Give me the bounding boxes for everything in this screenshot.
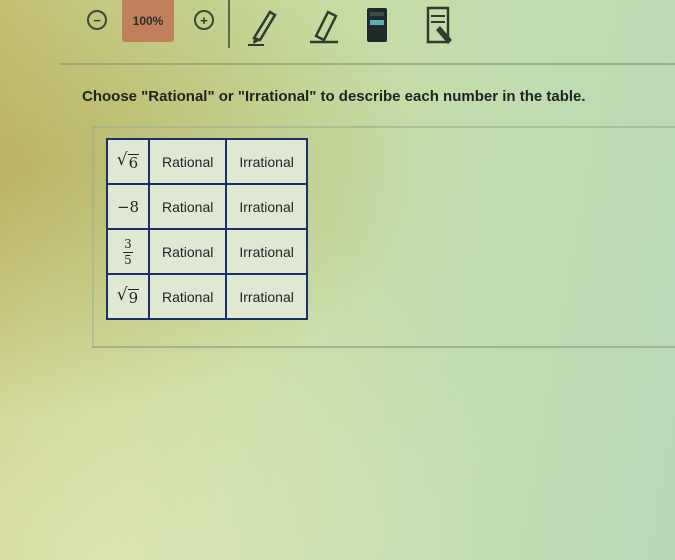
table-row: √ 6 Rational Irrational [106, 138, 308, 185]
option-rational[interactable]: Rational [147, 138, 228, 185]
answer-eliminator-icon[interactable] [424, 4, 456, 48]
option-rational[interactable]: Rational [147, 228, 228, 275]
sqrt-expression: √ 9 [116, 284, 140, 307]
plus-icon: + [200, 12, 208, 28]
number-cell: −8 [106, 183, 150, 230]
option-irrational[interactable]: Irrational [225, 183, 308, 230]
option-irrational[interactable]: Irrational [225, 138, 308, 185]
fraction-expression: 3 5 [123, 238, 133, 267]
denominator: 5 [124, 253, 132, 268]
eraser-icon[interactable] [306, 4, 342, 46]
number-cell: 3 5 [106, 228, 150, 275]
number-cell: √ 9 [106, 273, 150, 320]
number-cell: √ 6 [106, 138, 150, 185]
answer-table: √ 6 Rational Irrational −8 Rational Irrat… [106, 138, 308, 320]
toolbar: − 100% + [0, 0, 675, 64]
table-row: 3 5 Rational Irrational [106, 228, 308, 275]
highlighter-icon[interactable] [364, 4, 390, 46]
panel-border-top [92, 126, 675, 128]
zoom-level-display: 100% [122, 0, 174, 42]
table-row: −8 Rational Irrational [106, 183, 308, 230]
toolbar-separator [60, 63, 675, 65]
option-irrational[interactable]: Irrational [225, 228, 308, 275]
sqrt-expression: √ 6 [116, 149, 140, 172]
question-prompt: Choose "Rational" or "Irrational" to des… [82, 88, 586, 105]
zoom-level-text: 100% [132, 14, 164, 28]
option-rational[interactable]: Rational [147, 183, 228, 230]
screen-glare [0, 0, 675, 560]
option-rational[interactable]: Rational [147, 273, 228, 320]
table-row: √ 9 Rational Irrational [106, 273, 308, 320]
minus-icon: − [93, 12, 101, 28]
panel-border-bottom [92, 346, 675, 348]
zoom-out-button[interactable]: − [87, 10, 107, 30]
pencil-icon[interactable] [246, 4, 280, 46]
option-irrational[interactable]: Irrational [225, 273, 308, 320]
zoom-in-button[interactable]: + [194, 10, 214, 30]
panel-border-left [92, 126, 94, 346]
numerator: 3 [124, 237, 132, 252]
integer-value: −8 [116, 197, 140, 216]
toolbar-divider [228, 0, 230, 48]
